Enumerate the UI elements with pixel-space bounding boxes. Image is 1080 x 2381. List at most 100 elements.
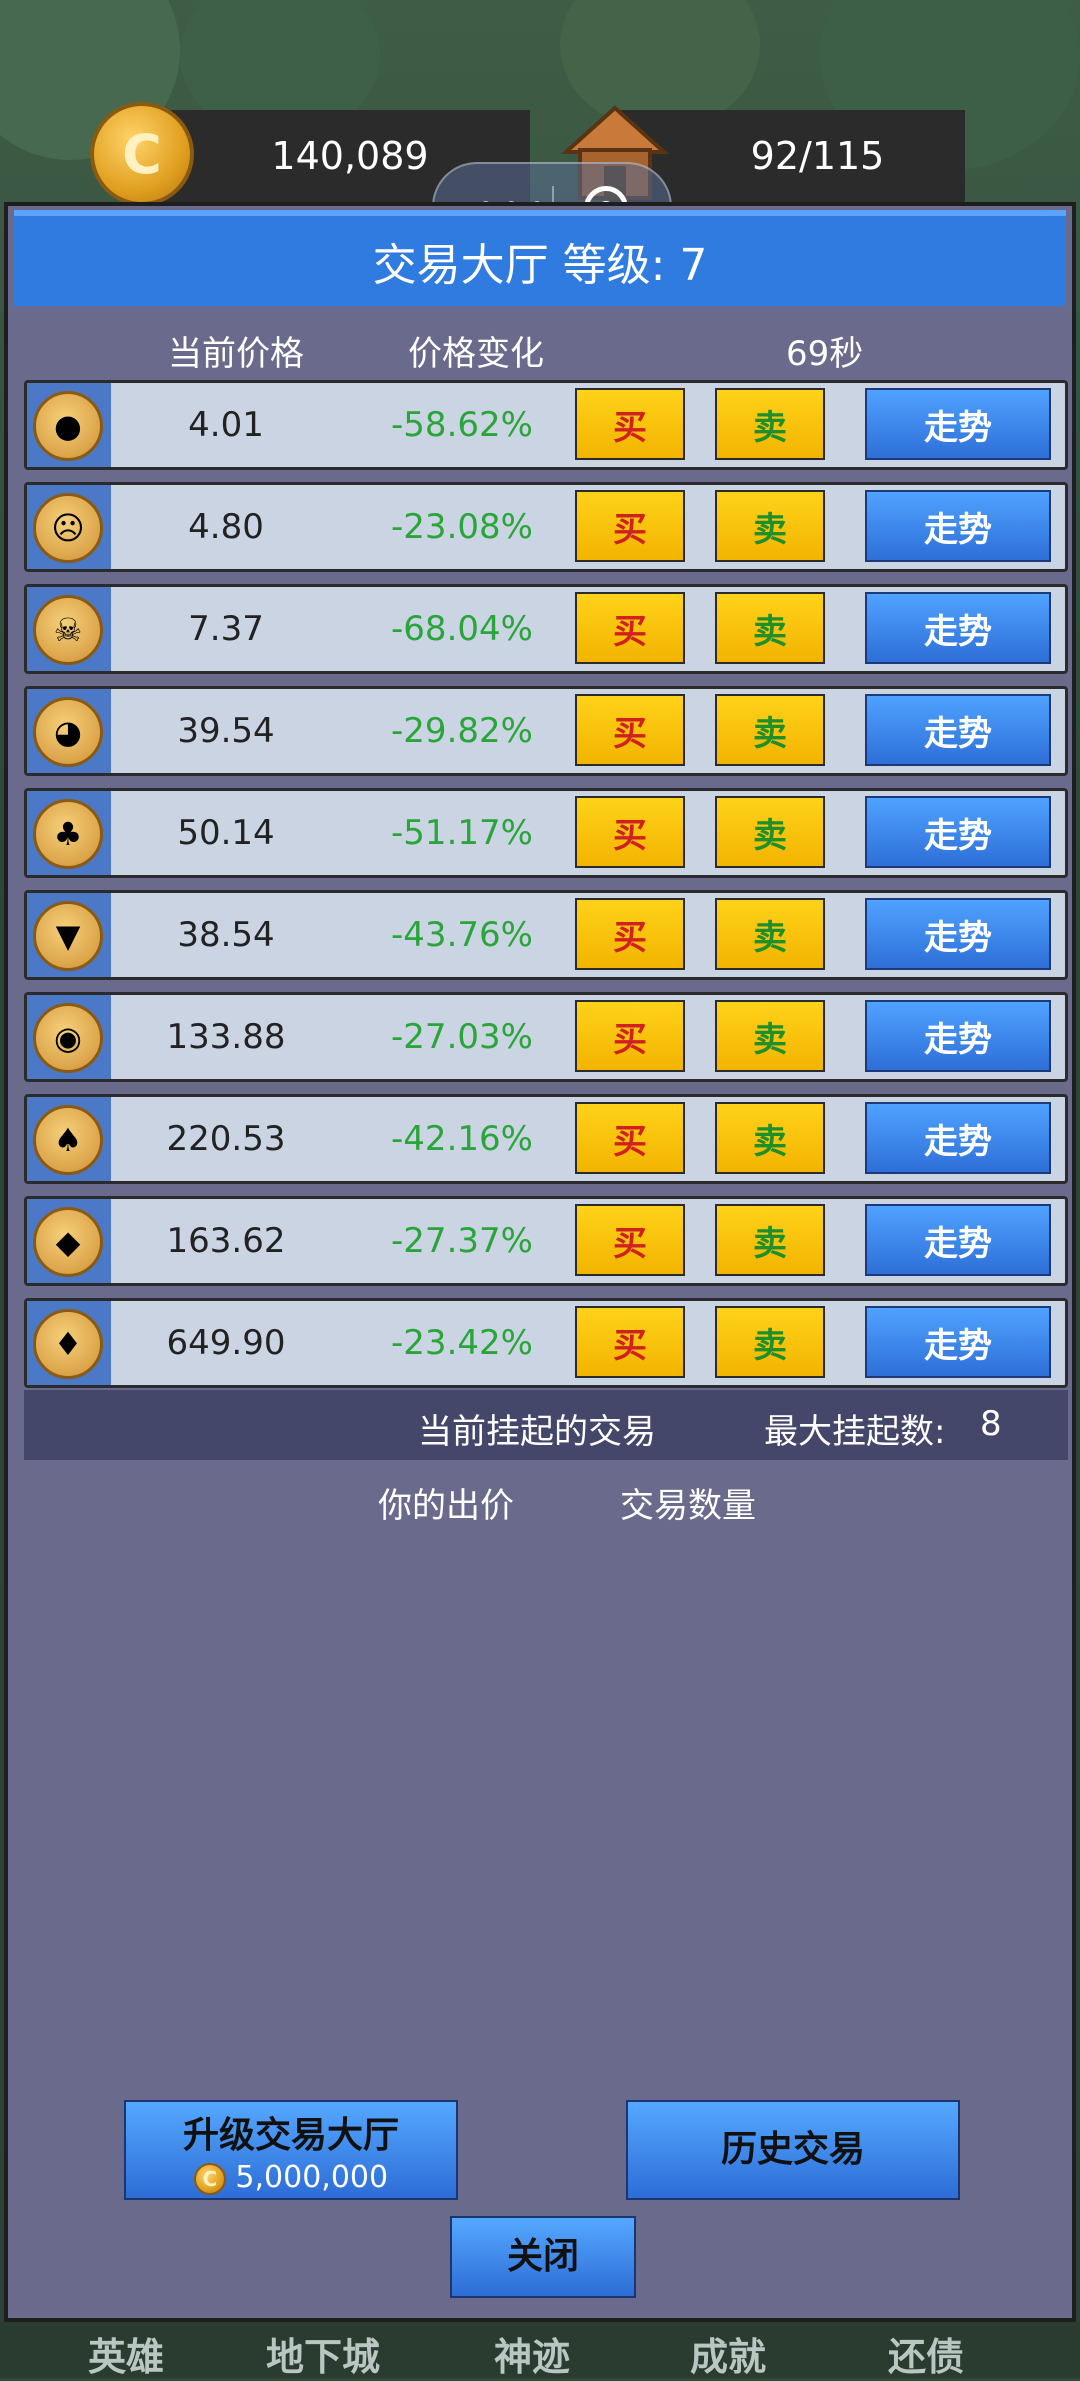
trend-button[interactable]: 走势	[865, 1204, 1051, 1276]
max-pending-label: 最大挂起数:	[764, 1412, 946, 1452]
row-icon-cell: ♦	[27, 1301, 111, 1385]
skull-icon: ☠	[33, 595, 103, 665]
nav-repay-debt[interactable]: 还债	[888, 2326, 964, 2381]
bat-icon: ◆	[33, 1207, 103, 1277]
row-change: -27.37%	[391, 1221, 533, 1261]
row-price: 649.90	[166, 1323, 286, 1363]
nav-achievements[interactable]: 成就	[690, 2326, 766, 2381]
bottom-nav: 英雄 地下城 神迹 成就 还债	[0, 2322, 1080, 2381]
trend-button[interactable]: 走势	[865, 1102, 1051, 1174]
market-row: ♠ 220.53 -42.16% 买卖走势	[24, 1094, 1068, 1184]
trend-button[interactable]: 走势	[865, 388, 1051, 460]
buy-button[interactable]: 买	[575, 694, 685, 766]
sell-button[interactable]: 卖	[715, 490, 825, 562]
trend-button[interactable]: 走势	[865, 694, 1051, 766]
trend-button[interactable]: 走势	[865, 592, 1051, 664]
row-icon-cell: ◉	[27, 995, 111, 1079]
row-change: -23.08%	[391, 507, 533, 547]
buy-button[interactable]: 买	[575, 1000, 685, 1072]
trend-button[interactable]: 走势	[865, 898, 1051, 970]
header-your-bid: 你的出价	[378, 1486, 514, 1526]
buy-button[interactable]: 买	[575, 388, 685, 460]
treant-icon: ♣	[33, 799, 103, 869]
upgrade-label: 升级交易大厅	[182, 2115, 399, 2156]
sell-button[interactable]: 卖	[715, 694, 825, 766]
row-price: 38.54	[177, 915, 275, 955]
max-pending-value: 8	[980, 1404, 1002, 1444]
market-row: ◆ 163.62 -27.37% 买卖走势	[24, 1196, 1068, 1286]
buy-button[interactable]: 买	[575, 490, 685, 562]
pending-trades-header: 当前挂起的交易 最大挂起数: 8	[24, 1390, 1068, 1460]
row-change: -42.16%	[391, 1119, 533, 1159]
row-price: 4.80	[188, 507, 264, 547]
sell-button[interactable]: 卖	[715, 388, 825, 460]
market-row: ☠ 7.37 -68.04% 买卖走势	[24, 584, 1068, 674]
row-price: 220.53	[166, 1119, 286, 1159]
zombie-icon: ☹	[33, 493, 103, 563]
orc-icon: ◉	[33, 1003, 103, 1073]
market-row: ● 4.01 -58.62% 买卖走势	[24, 380, 1068, 470]
upgrade-hall-button[interactable]: 升级交易大厅 C 5,000,000	[124, 2100, 458, 2200]
capacity-amount: 92/115	[750, 134, 885, 178]
goblin-icon: ◕	[33, 697, 103, 767]
gold-amount: 140,089	[271, 134, 429, 178]
sell-button[interactable]: 卖	[715, 1102, 825, 1174]
row-price: 7.37	[188, 609, 264, 649]
nav-miracles[interactable]: 神迹	[494, 2326, 570, 2381]
sell-button[interactable]: 卖	[715, 1000, 825, 1072]
pending-title: 当前挂起的交易	[418, 1412, 656, 1452]
trend-button[interactable]: 走势	[865, 796, 1051, 868]
market-row: ▼ 38.54 -43.76% 买卖走势	[24, 890, 1068, 980]
buy-button[interactable]: 买	[575, 1102, 685, 1174]
row-icon-cell: ▼	[27, 893, 111, 977]
mushroom-icon: ♠	[33, 1105, 103, 1175]
row-change: -27.03%	[391, 1017, 533, 1057]
market-row: ♣ 50.14 -51.17% 买卖走势	[24, 788, 1068, 878]
row-price: 39.54	[177, 711, 275, 751]
buy-button[interactable]: 买	[575, 796, 685, 868]
row-icon-cell: ♠	[27, 1097, 111, 1181]
row-price: 50.14	[177, 813, 275, 853]
trade-history-button[interactable]: 历史交易	[626, 2100, 960, 2200]
buy-button[interactable]: 买	[575, 1306, 685, 1378]
sell-button[interactable]: 卖	[715, 592, 825, 664]
buy-button[interactable]: 买	[575, 898, 685, 970]
sell-button[interactable]: 卖	[715, 1306, 825, 1378]
market-row: ◉ 133.88 -27.03% 买卖走势	[24, 992, 1068, 1082]
header-price-change: 价格变化	[408, 334, 544, 374]
panel-title: 交易大厅 等级: 7	[14, 210, 1066, 306]
gold-coin-icon: C	[90, 102, 194, 206]
row-change: -29.82%	[391, 711, 533, 751]
upgrade-cost-value: 5,000,000	[235, 2160, 389, 2195]
wolf-icon: ▼	[33, 901, 103, 971]
slime-icon: ●	[33, 391, 103, 461]
market-row: ♦ 649.90 -23.42% 买卖走势	[24, 1298, 1068, 1388]
row-price: 163.62	[166, 1221, 286, 1261]
sell-button[interactable]: 卖	[715, 1204, 825, 1276]
trend-button[interactable]: 走势	[865, 1000, 1051, 1072]
row-change: -58.62%	[391, 405, 533, 445]
trend-button[interactable]: 走势	[865, 1306, 1051, 1378]
close-button[interactable]: 关闭	[450, 2216, 636, 2298]
row-price: 133.88	[166, 1017, 286, 1057]
buy-button[interactable]: 买	[575, 592, 685, 664]
sell-button[interactable]: 卖	[715, 796, 825, 868]
row-change: -23.42%	[391, 1323, 533, 1363]
sell-button[interactable]: 卖	[715, 898, 825, 970]
coin-icon: C	[193, 2162, 226, 2195]
nav-dungeon[interactable]: 地下城	[266, 2326, 380, 2381]
header-current-price: 当前价格	[168, 334, 304, 374]
market-row: ☹ 4.80 -23.08% 买卖走势	[24, 482, 1068, 572]
dragon-icon: ♦	[33, 1309, 103, 1379]
row-price: 4.01	[188, 405, 264, 445]
trend-button[interactable]: 走势	[865, 490, 1051, 562]
buy-button[interactable]: 买	[575, 1204, 685, 1276]
row-change: -51.17%	[391, 813, 533, 853]
row-icon-cell: ◆	[27, 1199, 111, 1283]
row-icon-cell: ●	[27, 383, 111, 467]
row-change: -68.04%	[391, 609, 533, 649]
upgrade-cost: C 5,000,000	[126, 2160, 456, 2195]
row-icon-cell: ☠	[27, 587, 111, 671]
nav-heroes[interactable]: 英雄	[88, 2326, 164, 2381]
row-icon-cell: ◕	[27, 689, 111, 773]
